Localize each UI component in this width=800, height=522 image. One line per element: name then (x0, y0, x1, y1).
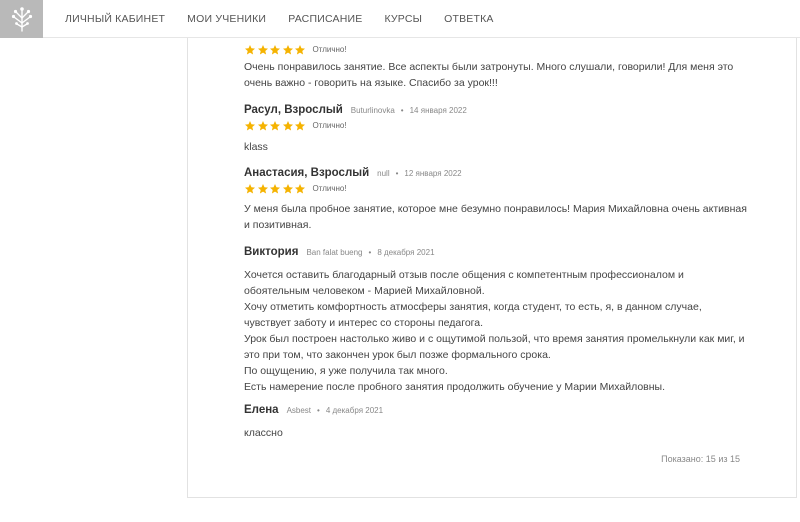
nav-item-personal-account[interactable]: ЛИЧНЫЙ КАБИНЕТ (65, 13, 165, 25)
star-icon (295, 120, 305, 130)
star-icon (245, 44, 255, 54)
review-text-line: Очень понравилось занятие. Все аспекты б… (244, 61, 734, 73)
nav-item-reports[interactable]: ОТВЕТКА (444, 13, 494, 25)
review-text: У меня была пробное занятие, которое мне… (244, 201, 754, 233)
review-date: 8 декабря 2021 (377, 248, 435, 257)
review-rating: Отлично! (244, 182, 754, 195)
star-icon (257, 120, 268, 130)
review-header: Расул, Взрослый Buturlinovka • 14 января… (244, 104, 754, 116)
nav-item-my-students[interactable]: МОИ УЧЕНИКИ (187, 13, 266, 25)
main-nav: ЛИЧНЫЙ КАБИНЕТ МОИ УЧЕНИКИ РАСПИСАНИЕ КУ… (65, 0, 516, 38)
review-date: 14 января 2022 (409, 106, 467, 115)
review-text-line: и позитивная. (244, 219, 312, 231)
top-navigation-bar: ЛИЧНЫЙ КАБИНЕТ МОИ УЧЕНИКИ РАСПИСАНИЕ КУ… (0, 0, 800, 38)
star-rating (244, 183, 307, 195)
review-text-line: классно (244, 427, 283, 439)
review-item: Виктория Ban falat bueng • 8 декабря 202… (244, 246, 754, 395)
total-count: 15 (729, 454, 740, 464)
rating-label: Отлично! (312, 45, 347, 54)
review-author: Виктория (244, 246, 299, 258)
review-text: классно (244, 425, 754, 441)
review-text-line: очень важно - говорить на языке. Спасибо… (244, 77, 498, 89)
review-text: Очень понравилось занятие. Все аспекты б… (244, 59, 754, 91)
review-text-line: Есть намерение после пробного занятия пр… (244, 381, 665, 393)
review-text-line: обоятельным человеком - Марией Михайловн… (244, 285, 485, 297)
star-icon (257, 44, 268, 54)
shown-count: 15 (705, 454, 716, 464)
review-item: Анастасия, Взрослый null • 12 января 202… (244, 167, 754, 233)
review-text-line: чувствует заботу и интерес со стороны пе… (244, 317, 484, 329)
star-icon (295, 44, 305, 54)
star-icon (270, 183, 280, 193)
review-author: Анастасия, Взрослый (244, 167, 370, 179)
separator-dot: • (395, 169, 399, 178)
review-text-line: klass (244, 141, 268, 153)
review-rating: Отлично! (244, 43, 754, 56)
of-label: из (718, 454, 728, 464)
review-text-line: Урок был построен настолько живо и с ощу… (244, 333, 745, 345)
review-text-line: это при том, что закончен урок был позже… (244, 349, 551, 361)
nav-item-courses[interactable]: КУРСЫ (384, 13, 422, 25)
review-text-line: У меня была пробное занятие, которое мне… (244, 203, 747, 215)
review-login: Ban falat bueng (306, 248, 363, 257)
review-login: Asbest (286, 406, 312, 415)
review-text: Хочется оставить благодарный отзыв после… (244, 267, 754, 395)
star-icon (257, 183, 268, 193)
review-login: null (377, 169, 390, 178)
review-header: Виктория Ban falat bueng • 8 декабря 202… (244, 246, 754, 258)
star-icon (295, 183, 305, 193)
review-date: 4 декабря 2021 (325, 406, 384, 415)
star-icon (282, 120, 293, 130)
star-icon (282, 183, 293, 193)
star-icon (245, 120, 255, 130)
rating-label: Отлично! (312, 121, 347, 130)
separator-dot: • (368, 248, 372, 257)
review-header: Анастасия, Взрослый null • 12 января 202… (244, 167, 754, 179)
logo-tree-icon[interactable] (0, 0, 43, 38)
review-login: Buturlinovka (350, 106, 395, 115)
review-rating: Отлично! (244, 119, 754, 132)
review-text-line: Хочу отметить комфортность атмосферы зан… (244, 301, 702, 313)
star-icon (245, 183, 255, 193)
review-item: Расул, Взрослый Buturlinovka • 14 января… (244, 104, 754, 155)
separator-dot: • (400, 106, 404, 115)
separator-dot: • (317, 406, 320, 415)
star-icon (270, 44, 280, 54)
rating-label: Отлично! (312, 184, 347, 193)
review-item: Елена Asbest • 4 декабря 2021 классно (244, 404, 754, 441)
star-icon (270, 120, 280, 130)
review-item: Отлично! Очень понравилось занятие. Все … (244, 40, 754, 91)
shown-label: Показано: (661, 454, 704, 464)
review-text-line: По ощущению, я уже получила так много. (244, 365, 448, 377)
review-text-line: Хочется оставить благодарный отзыв после… (244, 269, 684, 281)
star-rating (244, 120, 307, 132)
review-text: klass (244, 139, 754, 155)
review-header: Елена Asbest • 4 декабря 2021 (244, 404, 754, 416)
reviews-panel: Отлично! Очень понравилось занятие. Все … (187, 38, 797, 498)
nav-item-schedule[interactable]: РАСПИСАНИЕ (288, 13, 362, 25)
star-rating (244, 44, 307, 56)
review-author: Елена (244, 404, 279, 416)
review-author: Расул, Взрослый (244, 104, 343, 116)
star-icon (282, 44, 293, 54)
pagination-count: Показано: 15 из 15 (661, 454, 740, 464)
review-date: 12 января 2022 (404, 169, 462, 178)
